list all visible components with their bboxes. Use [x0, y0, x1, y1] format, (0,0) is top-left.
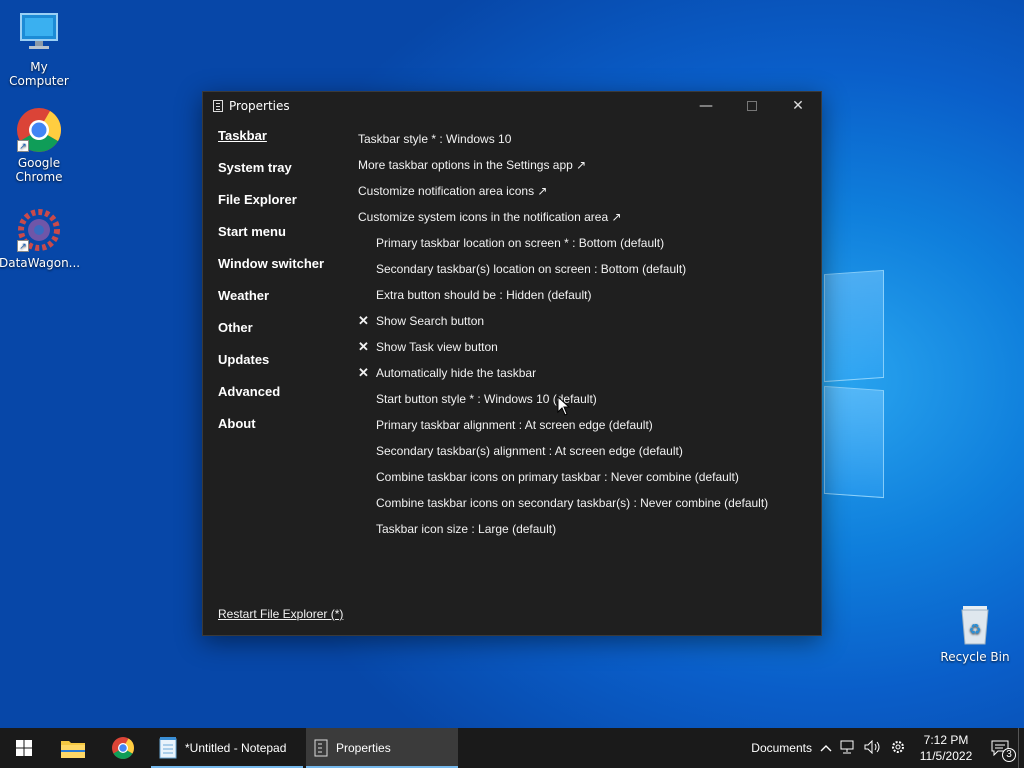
option-label: Taskbar style * : Windows 10: [358, 132, 512, 146]
sidebar-item-weather[interactable]: Weather: [218, 288, 348, 320]
desktop-icon-label: My Computer: [9, 60, 69, 88]
desktop-icon-datawagon[interactable]: ↗ DataWagon...: [0, 206, 81, 270]
option-start-button-style[interactable]: Start button style * : Windows 10 (defau…: [358, 386, 808, 412]
option-taskbar-style[interactable]: Taskbar style * : Windows 10: [358, 126, 808, 152]
properties-app-icon: [213, 100, 223, 112]
option-notification-icons-link[interactable]: Customize notification area icons ↗: [358, 178, 808, 204]
maximize-button[interactable]: [729, 92, 775, 120]
system-tray: Documents 7:12 PM 11/5/2022 3: [747, 728, 1024, 768]
show-hidden-icons-chevron-icon[interactable]: [820, 741, 832, 755]
folder-icon: [61, 741, 85, 758]
restart-file-explorer-link[interactable]: Restart File Explorer (*): [218, 607, 343, 621]
task-properties[interactable]: Properties: [306, 728, 458, 768]
option-label: Primary taskbar alignment : At screen ed…: [376, 418, 653, 432]
clock[interactable]: 7:12 PM 11/5/2022: [916, 732, 976, 764]
desktop-icon-label: Google Chrome: [15, 156, 63, 184]
option-label: Customize notification area icons ↗: [358, 184, 548, 198]
monitor-icon: [15, 10, 63, 58]
option-auto-hide-taskbar[interactable]: ✕ Automatically hide the taskbar: [358, 360, 808, 386]
sidebar-item-taskbar[interactable]: Taskbar: [218, 128, 348, 160]
option-primary-location[interactable]: Primary taskbar location on screen * : B…: [358, 230, 808, 256]
option-combine-secondary[interactable]: Combine taskbar icons on secondary taskb…: [358, 490, 808, 516]
window-title: Properties: [229, 99, 290, 113]
shortcut-arrow-icon: ↗: [17, 240, 29, 252]
option-icon-size[interactable]: Taskbar icon size : Large (default): [358, 516, 808, 542]
option-label: Combine taskbar icons on secondary taskb…: [376, 496, 769, 510]
sidebar-item-other[interactable]: Other: [218, 320, 348, 352]
desktop-icon-google-chrome[interactable]: ↗ Google Chrome: [0, 106, 79, 184]
option-secondary-location[interactable]: Secondary taskbar(s) location on screen …: [358, 256, 808, 282]
action-center-button[interactable]: 3: [982, 728, 1018, 768]
notification-count-badge: 3: [1002, 748, 1016, 762]
task-label: *Untitled - Notepad: [185, 741, 287, 755]
mouse-cursor-icon: [557, 395, 571, 420]
desktop-icon-label: DataWagon...: [0, 256, 81, 270]
option-label: Automatically hide the taskbar: [376, 366, 537, 380]
task-label: Properties: [336, 741, 391, 755]
sidebar-item-system-tray[interactable]: System tray: [218, 160, 348, 192]
option-secondary-alignment[interactable]: Secondary taskbar(s) alignment : At scre…: [358, 438, 808, 464]
checkmark-icon: ✕: [358, 339, 369, 354]
minimize-icon: —: [699, 98, 713, 114]
desktop-icon-my-computer[interactable]: My Computer: [0, 10, 79, 88]
options-list: Taskbar style * : Windows 10 More taskba…: [358, 126, 808, 542]
taskbar: *Untitled - Notepad Properties Documents…: [0, 728, 1024, 768]
checkmark-icon: ✕: [358, 313, 369, 328]
sidebar-item-file-explorer[interactable]: File Explorer: [218, 192, 348, 224]
chrome-icon: ↗: [15, 106, 63, 154]
chrome-icon: [112, 737, 134, 759]
option-label: More taskbar options in the Settings app…: [358, 158, 587, 172]
option-combine-primary[interactable]: Combine taskbar icons on primary taskbar…: [358, 464, 808, 490]
option-label: Show Search button: [376, 314, 485, 328]
recycle-bin-icon: ♻: [951, 600, 999, 648]
sidebar-item-window-switcher[interactable]: Window switcher: [218, 256, 348, 288]
network-icon[interactable]: [840, 740, 856, 757]
option-label: Customize system icons in the notificati…: [358, 210, 622, 224]
option-label: Combine taskbar icons on primary taskbar…: [376, 470, 739, 484]
notepad-icon: [159, 737, 177, 759]
volume-icon[interactable]: [864, 739, 882, 757]
title-bar[interactable]: Properties — ✕: [203, 92, 821, 120]
documents-toolbar[interactable]: Documents: [751, 741, 812, 755]
chrome-taskbar-button[interactable]: [98, 728, 148, 768]
close-icon: ✕: [792, 98, 804, 114]
option-extra-button[interactable]: Extra button should be : Hidden (default…: [358, 282, 808, 308]
datawagon-gear-icon: ↗: [15, 206, 63, 254]
properties-app-icon: [314, 739, 328, 757]
desktop-icon-recycle-bin[interactable]: ♻ Recycle Bin: [935, 600, 1015, 664]
file-explorer-button[interactable]: [48, 728, 98, 768]
maximize-icon: [747, 101, 757, 111]
sidebar-item-advanced[interactable]: Advanced: [218, 384, 348, 416]
option-label: Secondary taskbar(s) alignment : At scre…: [376, 444, 683, 458]
close-button[interactable]: ✕: [775, 92, 821, 120]
option-label: Primary taskbar location on screen * : B…: [376, 236, 665, 250]
task-notepad[interactable]: *Untitled - Notepad: [151, 728, 303, 768]
option-show-search-button[interactable]: ✕ Show Search button: [358, 308, 808, 334]
option-label: Taskbar icon size : Large (default): [376, 522, 557, 536]
option-system-icons-link[interactable]: Customize system icons in the notificati…: [358, 204, 808, 230]
option-settings-app-link[interactable]: More taskbar options in the Settings app…: [358, 152, 808, 178]
clock-date: 11/5/2022: [919, 749, 973, 763]
gear-icon[interactable]: [890, 739, 906, 758]
minimize-button[interactable]: —: [683, 92, 729, 120]
option-label: Extra button should be : Hidden (default…: [376, 288, 592, 302]
sidebar-item-updates[interactable]: Updates: [218, 352, 348, 384]
show-desktop-button[interactable]: [1018, 728, 1024, 768]
start-button[interactable]: [0, 728, 48, 768]
windows-logo-icon: [16, 740, 32, 756]
desktop-icon-label: Recycle Bin: [940, 650, 1010, 664]
option-label: Show Task view button: [376, 340, 498, 354]
sidebar: Taskbar System tray File Explorer Start …: [218, 128, 348, 448]
sidebar-item-start-menu[interactable]: Start menu: [218, 224, 348, 256]
shortcut-arrow-icon: ↗: [17, 140, 29, 152]
option-label: Secondary taskbar(s) location on screen …: [376, 262, 687, 276]
option-primary-alignment[interactable]: Primary taskbar alignment : At screen ed…: [358, 412, 808, 438]
clock-time: 7:12 PM: [923, 733, 969, 747]
svg-text:♻: ♻: [969, 622, 982, 638]
sidebar-item-about[interactable]: About: [218, 416, 348, 448]
properties-window: Properties — ✕ Taskbar System tray File …: [202, 91, 822, 636]
checkmark-icon: ✕: [358, 365, 369, 380]
option-show-task-view-button[interactable]: ✕ Show Task view button: [358, 334, 808, 360]
